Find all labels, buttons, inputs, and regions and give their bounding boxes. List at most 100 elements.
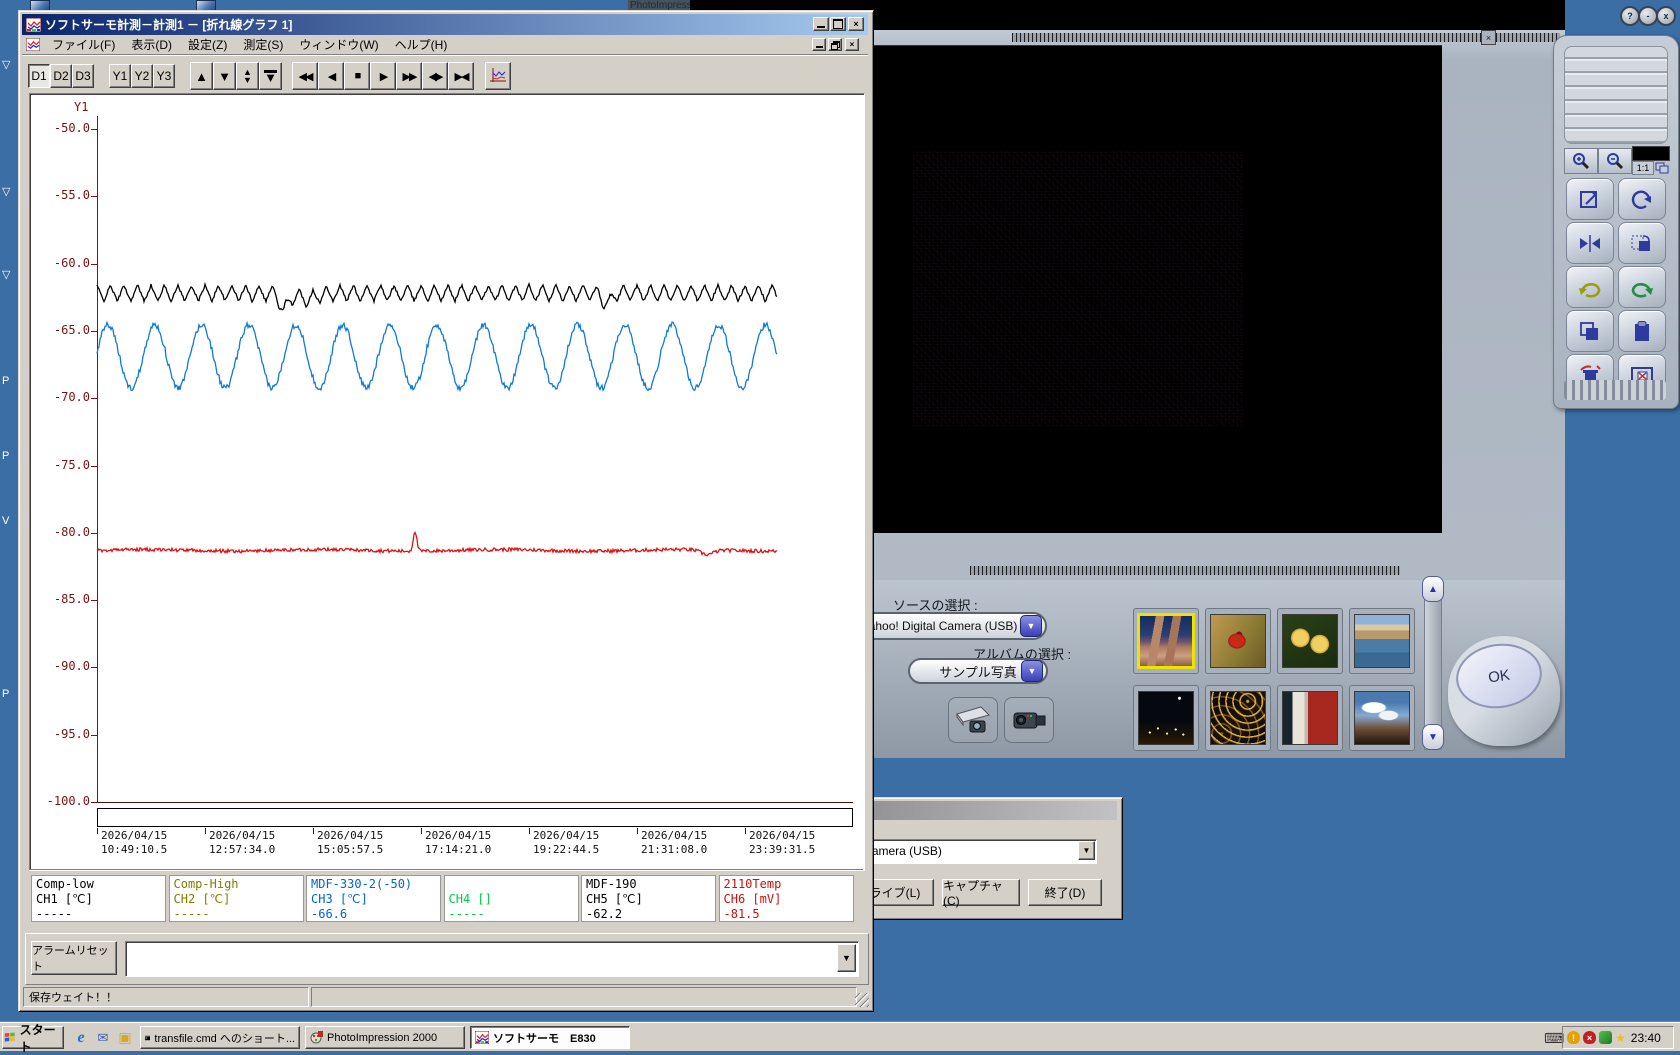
device-icon[interactable] [1599, 1031, 1612, 1044]
toolbar-data-D3[interactable]: D3 [72, 64, 94, 88]
toolbar-axis-Y3[interactable]: Y3 [153, 64, 175, 88]
thumbnail-clouds-over-hills[interactable] [1354, 691, 1410, 745]
photo-canvas[interactable] [818, 45, 1442, 533]
scroll-down-button[interactable]: ▼ [213, 62, 236, 90]
actual-size-button[interactable]: 1:1 [1632, 161, 1654, 175]
thumbnail-gold-light-spiral[interactable] [1210, 691, 1266, 745]
task-photoimpression[interactable]: PhotoImpression 2000 [305, 1026, 465, 1049]
fast-forward-button[interactable]: ▶▶ [396, 62, 422, 90]
minimize-button[interactable] [813, 17, 829, 31]
task-softthermo[interactable]: ソフトサーモ E830 [470, 1026, 630, 1049]
mdi-restore-button[interactable] [828, 38, 842, 51]
thumbnail-cell[interactable] [1133, 608, 1199, 674]
menu-3[interactable]: 測定(S) [235, 36, 291, 54]
chevron-down-icon[interactable]: ▼ [1078, 841, 1095, 860]
toolbar-data-D2[interactable]: D2 [50, 64, 72, 88]
x-tick-mark [529, 828, 530, 834]
mdi-minimize-button[interactable] [812, 38, 826, 51]
chevron-down-icon[interactable]: ▼ [837, 944, 856, 972]
step-back-button[interactable]: ◀ [318, 62, 344, 90]
crop-rotate-button[interactable] [1618, 222, 1666, 264]
flip-horizontal-button[interactable] [1566, 222, 1614, 264]
task-transfile-cmd[interactable]: C: transfile.cmd へのショート... [140, 1026, 300, 1049]
resize-button[interactable] [1566, 178, 1614, 220]
menu-4[interactable]: ウィンドウ(W) [291, 36, 386, 54]
start-button[interactable]: スタート [2, 1026, 64, 1049]
thumbnail-cell[interactable] [1277, 685, 1343, 751]
palette-grip[interactable] [1564, 46, 1668, 144]
maximize-button[interactable] [830, 17, 846, 31]
thumbnail-cell[interactable] [1349, 608, 1415, 674]
zoom-in-button[interactable] [1564, 148, 1598, 174]
error-shield-icon[interactable]: × [1583, 1031, 1596, 1044]
graph-settings-button[interactable] [485, 62, 511, 90]
scroll-up-button[interactable]: ▲ [190, 62, 213, 90]
exit-button[interactable]: 終了(D) [1028, 879, 1102, 906]
alarm-message-combobox[interactable]: ▼ [125, 941, 859, 977]
pan-range-box[interactable] [97, 808, 853, 827]
resize-grip[interactable] [855, 993, 869, 1007]
thumbnail-rock-spires[interactable] [1137, 613, 1195, 669]
thumbnail-lighthouse[interactable] [1282, 691, 1338, 745]
thumbnail-night-city[interactable] [1138, 691, 1194, 745]
rewind-button[interactable]: ◀◀ [292, 62, 318, 90]
camera-source-button[interactable] [1004, 697, 1054, 743]
alarm-reset-button[interactable]: アラームリセット [31, 941, 117, 975]
menu-2[interactable]: 設定(Z) [180, 36, 235, 54]
expand-time-button[interactable]: ◀▶ [422, 62, 448, 90]
zoom-in-icon [1571, 151, 1591, 171]
folder-icon[interactable]: ▣ [116, 1029, 134, 1046]
scanner-source-button[interactable] [948, 697, 998, 743]
window-titlebar[interactable]: ソフトサーモ計測－計測1 － [折れ線グラフ 1] × [22, 14, 868, 35]
chevron-down-icon[interactable]: ▼ [1020, 615, 1042, 637]
mdi-child-icon[interactable] [26, 38, 40, 51]
thumbnail-cell[interactable] [1277, 608, 1343, 674]
thumbnail-cell[interactable] [1133, 685, 1199, 751]
album-dropdown[interactable]: サンプル写真 ▼ [908, 658, 1048, 684]
fit-vertical-button[interactable]: ▲▼ [236, 62, 259, 90]
compress-time-button[interactable]: ▶◀ [448, 62, 474, 90]
internet-explorer-icon[interactable]: e [72, 1029, 90, 1046]
mdi-close-button[interactable]: × [845, 38, 859, 51]
scroll-up-button[interactable]: ▲ [1422, 576, 1444, 602]
capture-button[interactable]: キャプチャ(C) [942, 879, 1020, 906]
warning-shield-icon[interactable]: ! [1567, 1031, 1580, 1044]
taskbar: スタート e ✉ ▣ C: transfile.cmd へのショート... Ph… [0, 1022, 1680, 1051]
scroll-down-button[interactable]: ▼ [1422, 724, 1444, 750]
help-button[interactable]: ? [1620, 6, 1640, 26]
toolbar-data-D1[interactable]: D1 [28, 64, 50, 88]
cmd-icon: C: [145, 1032, 150, 1044]
redo-button[interactable] [1618, 266, 1666, 308]
legend-channel-cell: MDF-330-2(-50)CH3 [℃]-66.6 [306, 875, 441, 922]
thumbnail-red-cardinal[interactable] [1210, 614, 1266, 668]
menu-0[interactable]: ファイル(F) [44, 36, 123, 54]
toolbar-axis-Y2[interactable]: Y2 [131, 64, 153, 88]
thumbnail-yellow-flowers[interactable] [1282, 614, 1338, 668]
thumbnail-cell[interactable] [1205, 685, 1271, 751]
toolbar-axis-Y1[interactable]: Y1 [109, 64, 131, 88]
mail-icon[interactable]: ✉ [94, 1029, 112, 1046]
close-button[interactable]: × [848, 17, 864, 31]
copy-button[interactable] [1566, 310, 1614, 352]
thumbnail-cell[interactable] [1205, 608, 1271, 674]
x-tick-mark [205, 828, 206, 834]
undo-button[interactable] [1566, 266, 1614, 308]
minimize-button[interactable]: - [1638, 6, 1658, 26]
step-forward-button[interactable]: ▶ [370, 62, 396, 90]
menu-5[interactable]: ヘルプ(H) [387, 36, 456, 54]
menu-1[interactable]: 表示(D) [123, 36, 180, 54]
compress-vertical-button[interactable]: ▼ [259, 62, 282, 90]
close-preview-icon[interactable]: × [1481, 30, 1496, 45]
cascade-windows-icon[interactable] [1655, 161, 1669, 173]
stop-button[interactable]: ■ [344, 62, 370, 90]
zoom-out-button[interactable] [1598, 148, 1632, 174]
clock[interactable]: 23:40 [1631, 1031, 1661, 1045]
chevron-down-icon[interactable]: ▼ [1021, 660, 1043, 682]
close-button[interactable]: x [1656, 6, 1676, 26]
thumbnail-harbor-town[interactable] [1354, 614, 1410, 668]
paste-button[interactable] [1618, 310, 1666, 352]
star-icon[interactable]: ★ [1615, 1031, 1626, 1045]
rotate-button[interactable] [1618, 178, 1666, 220]
windows-logo-icon [3, 1031, 17, 1044]
thumbnail-cell[interactable] [1349, 685, 1415, 751]
